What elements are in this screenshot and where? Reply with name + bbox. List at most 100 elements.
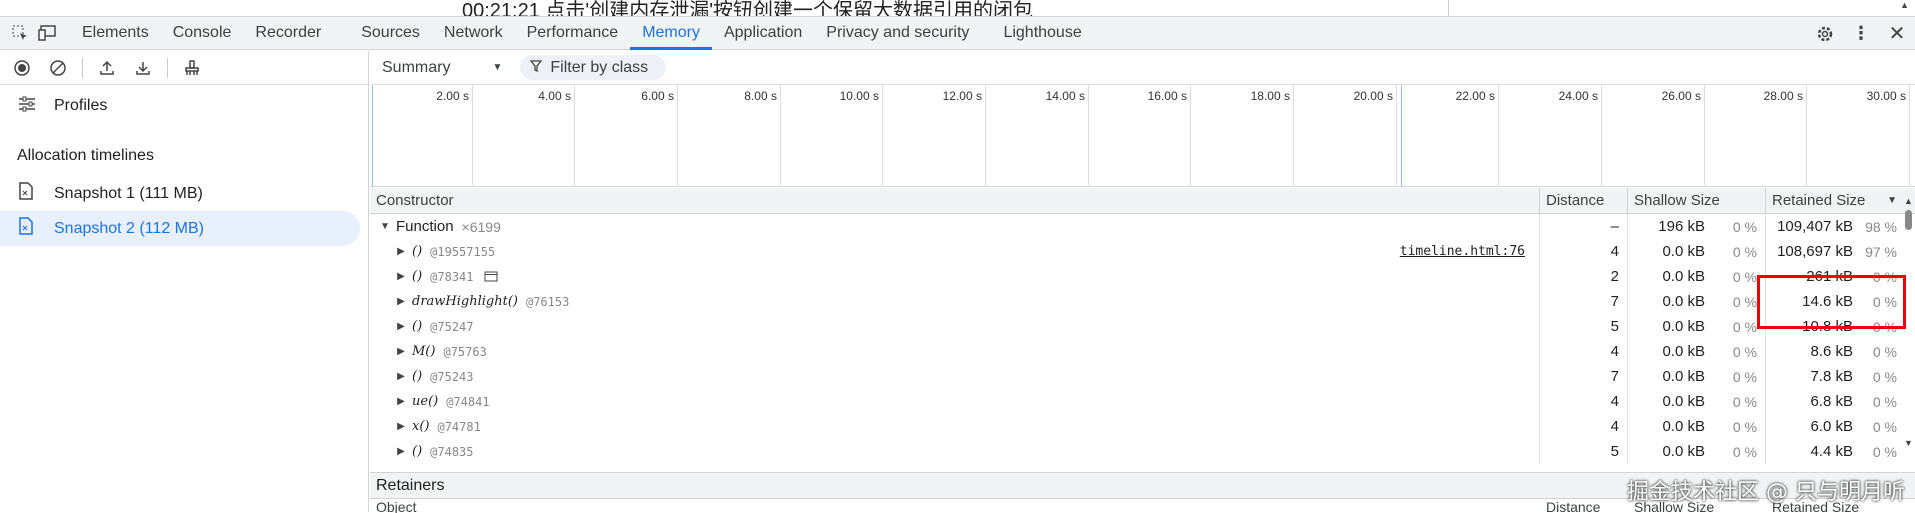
expand-arrow-icon[interactable]: ▶ — [390, 246, 412, 257]
object-id: @75763 — [443, 344, 487, 359]
close-devtools-icon[interactable]: ✕ — [1879, 20, 1915, 48]
expand-arrow-icon[interactable]: ▶ — [390, 371, 412, 382]
snapshot-label: Snapshot 1 (111 MB) — [54, 184, 203, 202]
shallow-size-value: 0.0 kB — [1662, 268, 1705, 285]
function-name: () — [412, 269, 423, 284]
table-row[interactable]: ▶ x() @74781 4 0.0 kB 0 % 6.0 kB 0 % — [370, 414, 1915, 439]
retainers-distance-header[interactable]: Distance — [1540, 499, 1628, 513]
inspect-element-icon[interactable] — [6, 19, 34, 47]
tab-elements[interactable]: Elements — [70, 17, 161, 50]
function-name: M() — [412, 344, 436, 359]
expand-arrow-icon[interactable]: ▶ — [390, 396, 412, 407]
table-row[interactable]: ▶ () @78341 2 0.0 kB 0 % 261 kB 0 % — [370, 264, 1915, 289]
object-id: @74781 — [437, 419, 481, 434]
retained-size-cell: 8.6 kB 0 % — [1766, 339, 1915, 364]
retained-size-label: Retained Size — [1772, 192, 1866, 209]
shallow-size-value: 0.0 kB — [1662, 443, 1705, 460]
retained-size-percent: 0 % — [1872, 393, 1897, 410]
shallow-size-column-header[interactable]: Shallow Size — [1628, 188, 1766, 213]
profiles-item[interactable]: Profiles — [0, 85, 368, 127]
toolbar-divider — [167, 57, 168, 78]
function-name: () — [412, 244, 423, 259]
shallow-size-value: 0.0 kB — [1662, 418, 1705, 435]
scroll-up-arrow-icon[interactable]: ▲ — [1904, 196, 1913, 206]
expand-arrow-icon[interactable]: ▶ — [390, 271, 412, 282]
function-name: () — [412, 319, 423, 334]
table-row[interactable]: ▶ M() @75763 4 0.0 kB 0 % 8.6 kB 0 % — [370, 339, 1915, 364]
shallow-size-cell: 0.0 kB 0 % — [1628, 364, 1766, 389]
expand-arrow-icon[interactable]: ▼ — [374, 221, 396, 232]
table-row[interactable]: ▶ drawHighlight() @76153 7 0.0 kB 0 % 14… — [370, 289, 1915, 314]
clear-all-icon[interactable] — [42, 53, 74, 83]
source-link[interactable]: timeline.html:76 — [1400, 244, 1525, 259]
save-profile-icon[interactable] — [127, 53, 159, 83]
retained-size-percent: 97 % — [1865, 243, 1897, 260]
expand-arrow-icon[interactable]: ▶ — [390, 296, 412, 307]
scroll-up-icon[interactable]: ▲ — [1900, 0, 1909, 10]
retained-size-cell: 6.8 kB 0 % — [1766, 389, 1915, 414]
profiles-sidebar: Profiles Allocation timelines Snapshot 1… — [0, 51, 369, 512]
constructor-cell: ▶ drawHighlight() @76153 — [370, 289, 1540, 314]
tab-recorder[interactable]: Recorder — [243, 17, 333, 50]
object-id: @78341 — [430, 269, 474, 284]
shallow-size-value: 0.0 kB — [1662, 243, 1705, 260]
scroll-down-arrow-icon[interactable]: ▼ — [1904, 438, 1913, 448]
class-filter-input[interactable]: Filter by class — [520, 55, 667, 80]
snapshot-file-icon — [18, 217, 34, 240]
expand-arrow-icon[interactable]: ▶ — [390, 321, 412, 332]
record-icon[interactable] — [6, 53, 38, 83]
tab-performance[interactable]: Performance — [515, 17, 631, 50]
shallow-size-value: 0.0 kB — [1662, 368, 1705, 385]
constructor-cell: ▶ () @75247 — [370, 314, 1540, 339]
object-id: @75247 — [430, 319, 474, 334]
load-profile-icon[interactable] — [91, 53, 123, 83]
distance-cell: 5 — [1540, 314, 1628, 339]
retained-size-column-header[interactable]: Retained Size ▼ — [1766, 188, 1915, 213]
retained-size-value: 6.8 kB — [1810, 393, 1853, 410]
view-select[interactable]: Summary ▼ — [382, 59, 502, 77]
page-divider — [1448, 0, 1449, 16]
scrollbar-thumb[interactable] — [1905, 210, 1912, 230]
retained-size-percent: 0 % — [1872, 443, 1897, 460]
table-row[interactable]: ▶ ue() @74841 4 0.0 kB 0 % 6.8 kB 0 % — [370, 389, 1915, 414]
distance-column-header[interactable]: Distance — [1540, 188, 1628, 213]
settings-gear-icon[interactable] — [1807, 20, 1843, 48]
tab-lighthouse[interactable]: Lighthouse — [991, 17, 1093, 50]
retained-size-cell: 7.8 kB 0 % — [1766, 364, 1915, 389]
table-row[interactable]: ▶ () @75243 7 0.0 kB 0 % 7.8 kB 0 % — [370, 364, 1915, 389]
constructor-column-header[interactable]: Constructor — [370, 188, 1540, 213]
retained-size-cell: 6.0 kB 0 % — [1766, 414, 1915, 439]
tab-network[interactable]: Network — [432, 17, 515, 50]
tab-memory[interactable]: Memory — [630, 17, 712, 50]
constructor-cell: ▶ () @75243 — [370, 364, 1540, 389]
distance-cell: 7 — [1540, 364, 1628, 389]
snapshot-item-2[interactable]: Snapshot 2 (112 MB) — [0, 211, 360, 246]
tab-privacy-and-security[interactable]: Privacy and security — [814, 17, 981, 50]
expand-arrow-icon[interactable]: ▶ — [390, 346, 412, 357]
page-content-strip: 00:21:21 点击'创建内存泄漏'按钮创建一个保留大数据引用的闭包 ▲ — [0, 0, 1915, 16]
table-row[interactable]: ▶ () @19557155 timeline.html:76 4 0.0 kB … — [370, 239, 1915, 264]
retained-size-value: 4.4 kB — [1810, 443, 1853, 460]
table-row-group[interactable]: ▼ Function ×6199 – 196 kB 0 % 109,407 kB… — [370, 214, 1915, 239]
device-toolbar-icon[interactable] — [34, 19, 62, 47]
snapshot-item-1[interactable]: Snapshot 1 (111 MB) — [0, 176, 368, 211]
table-scrollbar[interactable]: ▲ ▼ — [1901, 188, 1915, 448]
constructor-cell: ▶ M() @75763 — [370, 339, 1540, 364]
expand-arrow-icon[interactable]: ▶ — [390, 421, 412, 432]
tab-sources[interactable]: Sources — [349, 17, 432, 50]
table-row[interactable]: ▶ () @75247 5 0.0 kB 0 % 10.8 kB 0 % — [370, 314, 1915, 339]
object-column-header[interactable]: Object — [370, 499, 1540, 513]
tab-console[interactable]: Console — [161, 17, 244, 50]
function-name: ue() — [412, 394, 439, 409]
table-row[interactable]: ▶ () @74835 5 0.0 kB 0 % 4.4 kB 0 % — [370, 439, 1915, 464]
shallow-size-percent: 0 % — [1732, 318, 1757, 335]
object-id: @19557155 — [430, 244, 496, 259]
shallow-size-value: 0.0 kB — [1662, 343, 1705, 360]
tab-application[interactable]: Application — [712, 17, 814, 50]
group-count: ×6199 — [461, 218, 501, 235]
collect-garbage-icon[interactable] — [176, 53, 208, 83]
expand-arrow-icon[interactable]: ▶ — [390, 446, 412, 457]
more-options-icon[interactable]: ⋮ — [1843, 20, 1879, 48]
allocation-timeline[interactable]: 2.00 s 4.00 s 6.00 s 8.00 s 10.00 s 12.00 s 14… — [370, 85, 1915, 187]
highlight-annotation-box — [1757, 275, 1906, 329]
